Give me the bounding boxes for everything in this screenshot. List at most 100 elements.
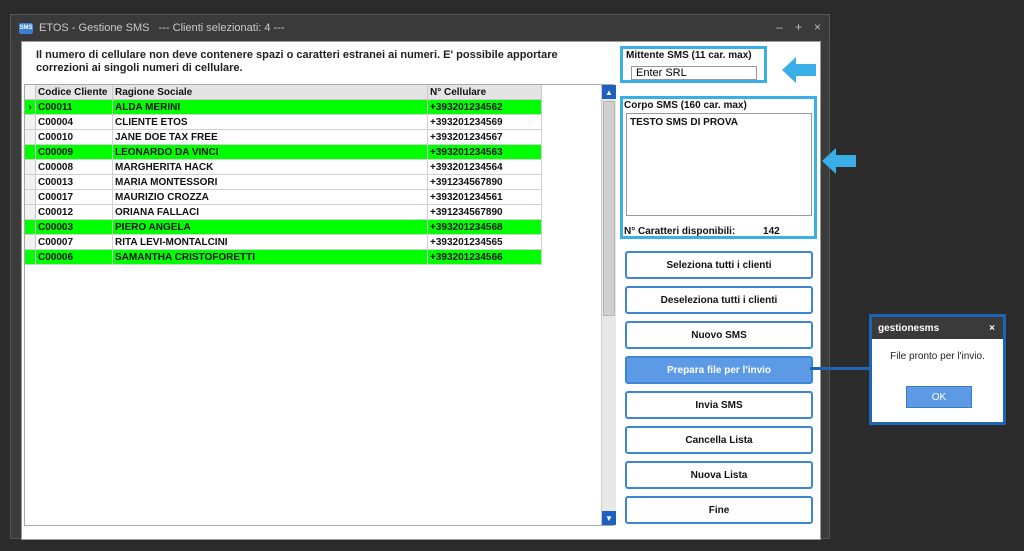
row-header[interactable] [25, 144, 36, 160]
body-arrow-icon [822, 148, 856, 174]
cell-name[interactable]: MARGHERITA HACK [112, 159, 428, 175]
cell-name[interactable]: CLIENTE ETOS [112, 114, 428, 130]
cell-phone[interactable]: +393201234561 [427, 189, 542, 205]
cell-code[interactable]: C00017 [35, 189, 113, 205]
cell-code[interactable]: C00006 [35, 249, 113, 265]
table-header-row: Codice Cliente Ragione Sociale N° Cellul… [25, 85, 542, 100]
sender-arrow-icon [782, 57, 816, 83]
sms-app-icon: SMS [19, 22, 33, 34]
cell-phone[interactable]: +393201234564 [427, 159, 542, 175]
vertical-scrollbar[interactable]: ▲ ▼ [601, 85, 616, 525]
sender-label: Mittente SMS (11 car. max) [626, 50, 752, 61]
chars-available-value: 142 [763, 226, 780, 237]
row-header[interactable] [25, 114, 36, 130]
sms-body-label: Corpo SMS (160 car. max) [624, 100, 747, 111]
sms-body-textarea[interactable]: TESTO SMS DI PROVA [626, 113, 812, 216]
dialog-ok-button[interactable]: OK [906, 386, 972, 408]
message-dialog: gestionesms × File pronto per l'invio. O… [869, 314, 1006, 425]
row-header[interactable] [25, 249, 36, 265]
maximize-button[interactable]: + [795, 20, 802, 34]
cell-code[interactable]: C00010 [35, 129, 113, 145]
main-window: SMS ETOS - Gestione SMS --- Clienti sele… [10, 14, 830, 540]
cell-name[interactable]: MARIA MONTESSORI [112, 174, 428, 190]
dialog-message: File pronto per l'invio. [890, 351, 985, 362]
title-bar: SMS ETOS - Gestione SMS --- Clienti sele… [11, 15, 829, 41]
cell-code[interactable]: C00011 [35, 99, 113, 115]
table-row[interactable]: C00003 PIERO ANGELA +393201234568 [25, 219, 542, 235]
cell-phone[interactable]: +391234567890 [427, 204, 542, 220]
table-row[interactable]: C00009 LEONARDO DA VINCI +393201234563 [25, 144, 542, 160]
cell-name[interactable]: ORIANA FALLACI [112, 204, 428, 220]
cell-name[interactable]: PIERO ANGELA [112, 219, 428, 235]
cell-phone[interactable]: +391234567890 [427, 174, 542, 190]
row-header[interactable] [25, 159, 36, 175]
row-header[interactable] [25, 129, 36, 145]
table-row[interactable]: C00004 CLIENTE ETOS +393201234569 [25, 114, 542, 130]
row-header[interactable] [25, 189, 36, 205]
column-header-phone[interactable]: N° Cellulare [427, 85, 542, 100]
table-row[interactable]: C00008 MARGHERITA HACK +393201234564 [25, 159, 542, 175]
sms-body-group: Corpo SMS (160 car. max) TESTO SMS DI PR… [620, 96, 817, 239]
cell-code[interactable]: C00004 [35, 114, 113, 130]
cell-name[interactable]: ALDA MERINI [112, 99, 428, 115]
sender-group: Mittente SMS (11 car. max) [620, 46, 767, 83]
table-row[interactable]: C00010 JANE DOE TAX FREE +393201234567 [25, 129, 542, 145]
cell-name[interactable]: RITA LEVI-MONTALCINI [112, 234, 428, 250]
cell-phone[interactable]: +393201234566 [427, 249, 542, 265]
cell-phone[interactable]: +393201234567 [427, 129, 542, 145]
info-text: Il numero di cellulare non deve contener… [36, 49, 558, 74]
cell-phone[interactable]: +393201234562 [427, 99, 542, 115]
dialog-title-bar: gestionesms × [872, 317, 1003, 339]
row-header[interactable] [25, 204, 36, 220]
window-controls: – + × [776, 20, 821, 34]
cell-phone[interactable]: +393201234565 [427, 234, 542, 250]
client-grid: Codice Cliente Ragione Sociale N° Cellul… [24, 84, 616, 526]
row-header[interactable]: › [25, 99, 36, 115]
column-header-code[interactable]: Codice Cliente [35, 85, 113, 100]
cell-name[interactable]: SAMANTHA CRISTOFORETTI [112, 249, 428, 265]
table-row[interactable]: C00006 SAMANTHA CRISTOFORETTI +39320123456… [25, 249, 542, 265]
cell-code[interactable]: C00013 [35, 174, 113, 190]
cell-name[interactable]: LEONARDO DA VINCI [112, 144, 428, 160]
client-area: Il numero di cellulare non deve contener… [21, 41, 821, 540]
table-row[interactable]: C00017 MAURIZIO CROZZA +393201234561 [25, 189, 542, 205]
cell-phone[interactable]: +393201234568 [427, 219, 542, 235]
table-row[interactable]: C00007 RITA LEVI-MONTALCINI +393201234565 [25, 234, 542, 250]
sender-input[interactable] [631, 66, 757, 80]
table-row[interactable]: C00013 MARIA MONTESSORI +391234567890 [25, 174, 542, 190]
scroll-up-icon[interactable]: ▲ [602, 85, 616, 99]
minimize-button[interactable]: – [776, 20, 783, 34]
cell-phone[interactable]: +393201234563 [427, 144, 542, 160]
chars-available: N° Caratteri disponibili: 142 [624, 226, 780, 237]
scroll-thumb[interactable] [603, 101, 615, 316]
window-title: ETOS - Gestione SMS --- Clienti selezion… [39, 22, 285, 34]
table-row[interactable]: › C00011 ALDA MERINI +393201234562 [25, 99, 542, 115]
close-button[interactable]: × [814, 20, 821, 34]
chars-available-label: N° Caratteri disponibili: [624, 226, 736, 237]
cell-code[interactable]: C00012 [35, 204, 113, 220]
dialog-title: gestionesms [878, 322, 940, 334]
send-sms-button[interactable]: Invia SMS [625, 391, 813, 419]
end-button[interactable]: Fine [625, 496, 813, 524]
cell-name[interactable]: JANE DOE TAX FREE [112, 129, 428, 145]
row-header[interactable] [25, 234, 36, 250]
cell-code[interactable]: C00003 [35, 219, 113, 235]
table-row[interactable]: C00012 ORIANA FALLACI +391234567890 [25, 204, 542, 220]
cell-name[interactable]: MAURIZIO CROZZA [112, 189, 428, 205]
dialog-close-icon[interactable]: × [989, 323, 995, 334]
new-list-button[interactable]: Nuova Lista [625, 461, 813, 489]
row-header[interactable] [25, 174, 36, 190]
select-all-button[interactable]: Seleziona tutti i clienti [625, 251, 813, 279]
new-sms-button[interactable]: Nuovo SMS [625, 321, 813, 349]
row-header[interactable] [25, 219, 36, 235]
clear-list-button[interactable]: Cancella Lista [625, 426, 813, 454]
column-header-name[interactable]: Ragione Sociale [112, 85, 428, 100]
cell-phone[interactable]: +393201234569 [427, 114, 542, 130]
cell-code[interactable]: C00009 [35, 144, 113, 160]
cell-code[interactable]: C00007 [35, 234, 113, 250]
dialog-connector-line [810, 367, 870, 370]
prepare-file-button[interactable]: Prepara file per l'invio [625, 356, 813, 384]
scroll-down-icon[interactable]: ▼ [602, 511, 616, 525]
cell-code[interactable]: C00008 [35, 159, 113, 175]
deselect-all-button[interactable]: Deseleziona tutti i clienti [625, 286, 813, 314]
